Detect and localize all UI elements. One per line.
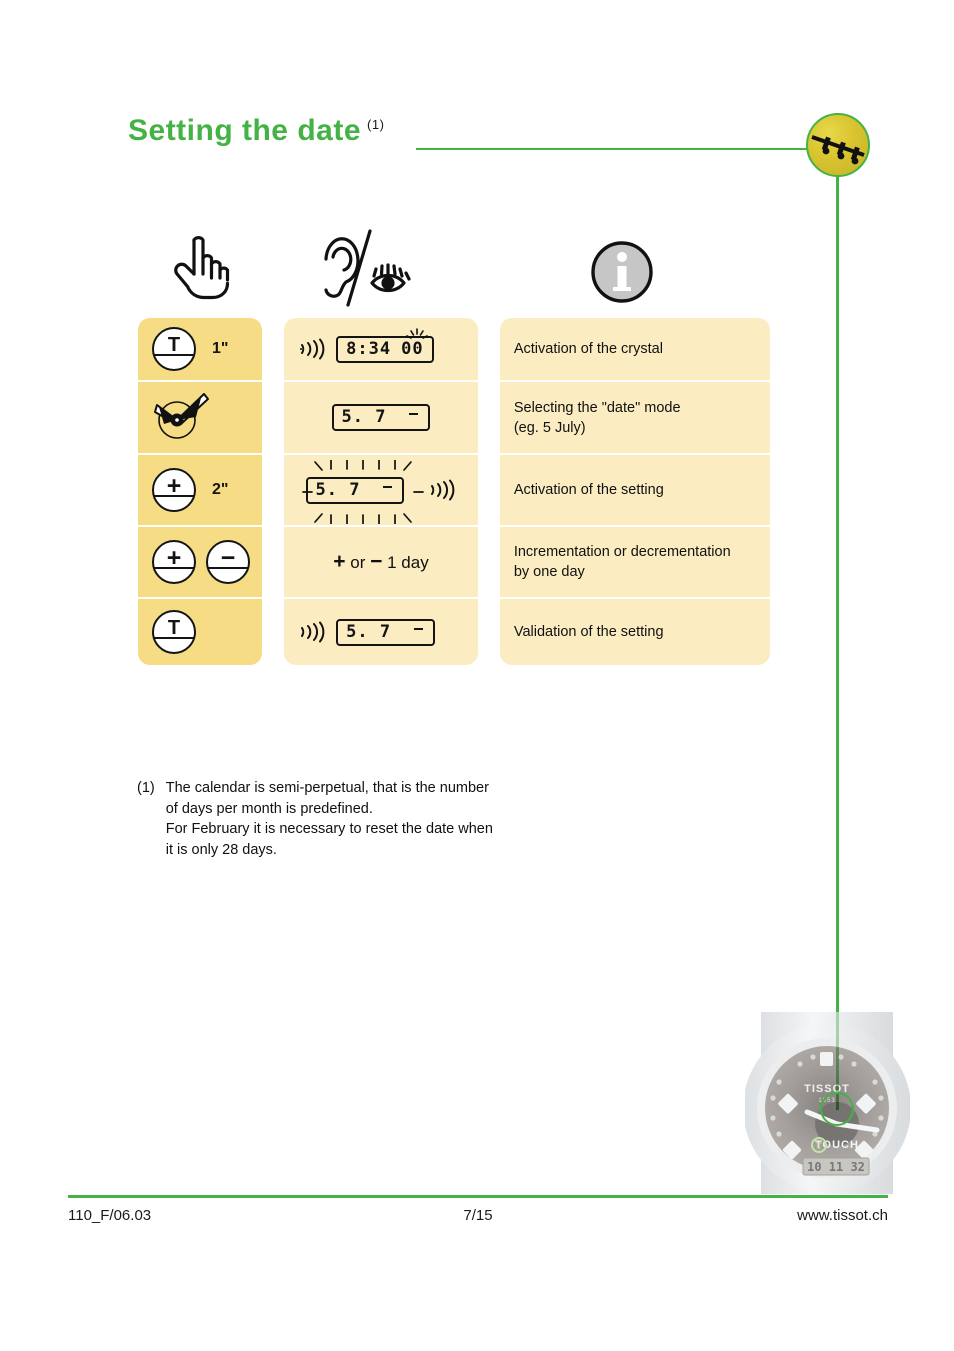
lcd-value: 5. 7 [346, 621, 392, 642]
footnote-line: it is only 28 days. [165, 841, 277, 858]
lcd-dash-segment [383, 485, 393, 488]
plus-minus-button-pair: + − [152, 540, 250, 584]
lcd-value: 5. 7 [341, 407, 387, 427]
description-line: Incrementation or decrementation [513, 544, 731, 560]
t-button-icon[interactable]: T [152, 610, 196, 654]
duration-label: 1" [212, 340, 229, 357]
description-text: Activation of the crystal [513, 341, 663, 357]
column-feedback: 8:34 00 5. 7 5. 7 + or − 1 day 5. 7 [284, 318, 478, 665]
t-button-label: T [167, 334, 181, 356]
lcd-dash-segment [409, 413, 419, 416]
plus-symbol: + [333, 550, 346, 573]
badge-green-stem [836, 177, 839, 1110]
page-title-footnote-marker: (1) [367, 117, 385, 132]
footnote-marker: (1) [137, 780, 155, 796]
lcd-display: 5. 7 [305, 476, 405, 504]
table-row: T 1" [138, 318, 263, 382]
crystal-flash-icon [405, 327, 428, 339]
minus-button-icon[interactable]: − [206, 540, 250, 584]
table-row: 8:34 00 [284, 318, 478, 382]
beep-sound-icon [301, 621, 325, 643]
t-button-icon[interactable]: T [152, 327, 196, 371]
minus-symbol: − [370, 550, 383, 573]
plus-button-icon[interactable]: + [152, 468, 196, 512]
watch-hands-icon [152, 387, 210, 448]
column-description: Activation of the crystal Selecting the … [499, 318, 770, 665]
description-text: Selecting the "date" mode (eg. 5 July) [514, 398, 681, 438]
footer-website[interactable]: www.tissot.ch [617, 1207, 888, 1224]
footnote-line: The calendar is semi-perpetual, that is … [165, 780, 489, 796]
footer-green-rule [68, 1195, 888, 1198]
watch-lcd-text: 10 11 32 [807, 1160, 865, 1174]
footnote-body: The calendar is semi-perpetual, that is … [166, 778, 493, 860]
duration-label: 2" [212, 481, 229, 498]
table-row: 5. 7 [284, 455, 478, 527]
description-text: Incrementation or decrementation by one … [514, 542, 731, 582]
table-row: + − [138, 527, 263, 599]
ear-eye-icon [310, 225, 430, 316]
footnote-line: of days per month is predefined. [165, 800, 373, 817]
table-row: 5. 7 [284, 382, 478, 455]
or-label: or [350, 553, 366, 572]
footnote-line: For February it is necessary to reset th… [165, 821, 493, 838]
lcd-display: 8:34 00 [336, 327, 434, 363]
description-line: Selecting the "date" mode [513, 399, 681, 416]
description-text: Validation of the setting [513, 624, 664, 640]
footer: 110_F/06.03 7/15 www.tissot.ch [68, 1207, 888, 1224]
day-label: 1 day [387, 553, 429, 572]
hand-pointing-icon [160, 228, 236, 309]
beep-sound-icon [300, 338, 325, 360]
footer-doc-code: 110_F/06.03 [68, 1207, 152, 1224]
title-green-rule [416, 148, 816, 150]
footnote: (1) The calendar is semi-perpetual, that… [137, 778, 607, 860]
footer-page-number: 7/15 [463, 1207, 493, 1224]
description-line: (eg. 5 July) [513, 419, 586, 436]
plus-button-label: + [166, 543, 182, 572]
watch-pushers-badge [806, 113, 870, 177]
table-row: T [138, 599, 262, 665]
table-row [138, 382, 263, 455]
table-row: 5. 7 [284, 599, 478, 665]
page-title: Setting the date (1) [128, 114, 384, 148]
flashing-lcd-group: 5. 7 [301, 459, 424, 524]
table-row: + or − 1 day [284, 527, 478, 599]
column-action: T 1" + 2" + − T [138, 318, 263, 665]
lcd-display: 5. 7 [336, 618, 436, 646]
watch-center-highlight-circle [820, 1092, 854, 1126]
svg-text:T: T [816, 1141, 822, 1151]
t-button-label: T [167, 617, 181, 639]
lcd-value: 5. 7 [315, 479, 361, 500]
table-row: Validation of the setting [500, 599, 770, 665]
lcd-display: 5. 7 [331, 404, 431, 431]
table-row: Activation of the crystal [499, 318, 770, 382]
table-row: Incrementation or decrementation by one … [499, 527, 770, 599]
lcd-dash-segment [414, 627, 424, 630]
procedure-table: T 1" + 2" + − T 8:34 00 5. 7 5. 7 + or −… [138, 318, 770, 665]
plus-button-label: + [166, 471, 182, 500]
table-row: + 2" [138, 455, 263, 527]
lcd-value: 8:34 [346, 338, 392, 359]
table-row: Activation of the setting [499, 455, 770, 527]
description-text: Activation of the setting [513, 482, 664, 498]
pushers-icon [811, 135, 865, 165]
minus-button-label: − [220, 543, 236, 572]
info-icon [590, 240, 654, 309]
plus-button-icon[interactable]: + [152, 540, 196, 584]
page-title-text: Setting the date [128, 114, 362, 147]
plus-or-minus-day-label: + or − 1 day [333, 550, 428, 574]
description-line: by one day [513, 564, 585, 580]
table-row: Selecting the "date" mode (eg. 5 July) [499, 382, 770, 455]
